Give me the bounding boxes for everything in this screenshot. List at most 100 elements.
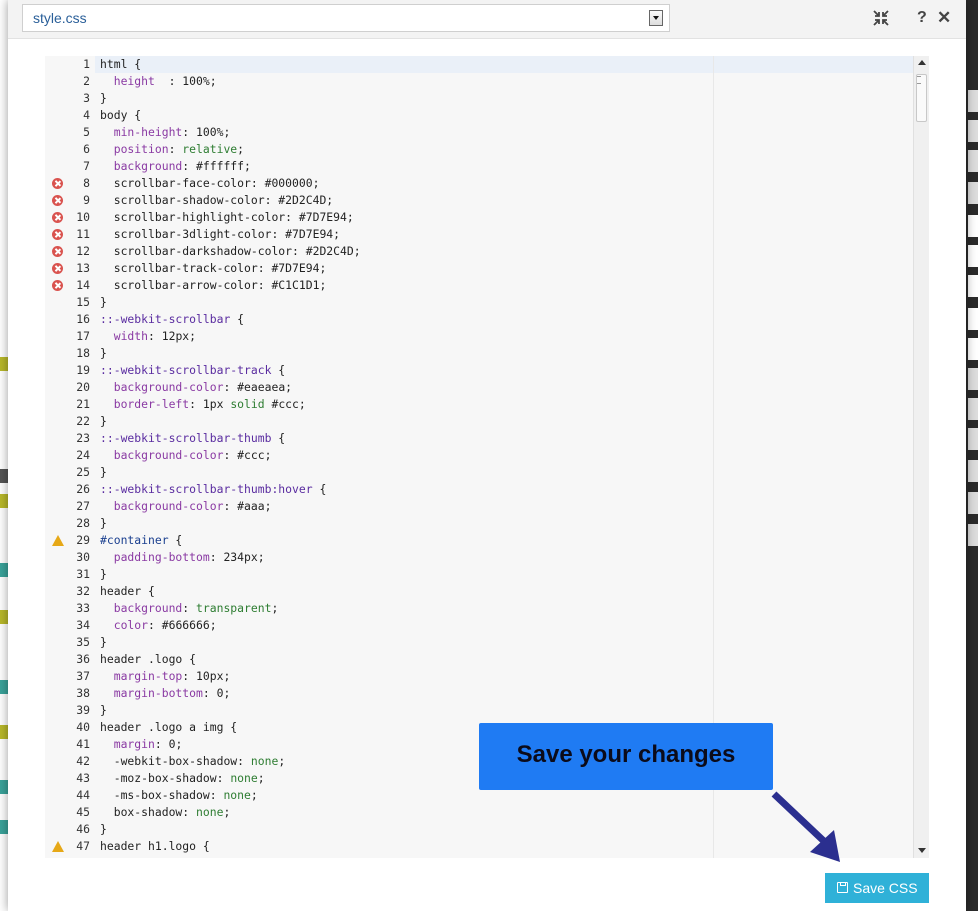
code-line[interactable]: 24 background-color: #ccc; — [45, 447, 913, 464]
code-line[interactable]: 3} — [45, 90, 913, 107]
code-line[interactable]: 27 background-color: #aaa; — [45, 498, 913, 515]
code-line[interactable]: 30 padding-bottom: 234px; — [45, 549, 913, 566]
line-number: 10 — [76, 210, 90, 224]
background-bar — [968, 90, 978, 112]
code-line[interactable]: 23::-webkit-scrollbar-thumb { — [45, 430, 913, 447]
code-line[interactable]: 5 min-height: 100%; — [45, 124, 913, 141]
code-text: body { — [100, 108, 142, 122]
line-number: 41 — [76, 737, 90, 751]
code-line[interactable]: 20 background-color: #eaeaea; — [45, 379, 913, 396]
code-line[interactable]: 6 position: relative; — [45, 141, 913, 158]
line-number: 12 — [76, 244, 90, 258]
code-text: ::-webkit-scrollbar-track { — [100, 363, 286, 377]
line-number: 9 — [83, 193, 90, 207]
code-text: -ms-box-shadow: none; — [100, 788, 258, 802]
code-line[interactable]: 16::-webkit-scrollbar { — [45, 311, 913, 328]
line-number: 20 — [76, 380, 90, 394]
dropdown-arrow-icon[interactable] — [649, 10, 663, 26]
line-number: 44 — [76, 788, 90, 802]
line-number: 28 — [76, 516, 90, 530]
code-line[interactable]: 8 scrollbar-face-color: #000000; — [45, 175, 913, 192]
code-text: header h1.logo { — [100, 839, 210, 853]
code-line[interactable]: 19::-webkit-scrollbar-track { — [45, 362, 913, 379]
code-text: scrollbar-arrow-color: #C1C1D1; — [100, 278, 327, 292]
code-line[interactable]: 15} — [45, 294, 913, 311]
code-text: padding-bottom: 234px; — [100, 550, 265, 564]
line-number: 14 — [76, 278, 90, 292]
code-line[interactable]: 1 html { — [45, 56, 913, 73]
scroll-down-icon[interactable] — [918, 848, 926, 853]
shrink-icon[interactable] — [872, 9, 890, 27]
code-text: color: #666666; — [100, 618, 217, 632]
background-bar — [968, 150, 978, 172]
background-chip — [0, 610, 8, 624]
code-line[interactable]: 18} — [45, 345, 913, 362]
line-number: 32 — [76, 584, 90, 598]
line-number: 18 — [76, 346, 90, 360]
line-number: 17 — [76, 329, 90, 343]
code-text: background-color: #aaa; — [100, 499, 272, 513]
code-line[interactable]: 25} — [45, 464, 913, 481]
code-text: } — [100, 703, 107, 717]
code-text: header .logo a img { — [100, 720, 238, 734]
line-number: 37 — [76, 669, 90, 683]
code-line[interactable]: 13 scrollbar-track-color: #7D7E94; — [45, 260, 913, 277]
code-text: margin: 0; — [100, 737, 183, 751]
code-line[interactable]: 26::-webkit-scrollbar-thumb:hover { — [45, 481, 913, 498]
background-bar — [968, 120, 978, 142]
file-select-value: style.css — [33, 10, 87, 26]
code-line[interactable]: 12 scrollbar-darkshadow-color: #2D2C4D; — [45, 243, 913, 260]
help-button[interactable]: ? — [917, 9, 927, 27]
line-number: 35 — [76, 635, 90, 649]
code-text: } — [100, 465, 107, 479]
background-chip — [0, 469, 8, 483]
line-number: 38 — [76, 686, 90, 700]
background-chip — [0, 725, 8, 739]
code-line[interactable]: 14 scrollbar-arrow-color: #C1C1D1; — [45, 277, 913, 294]
code-line[interactable]: 21 border-left: 1px solid #ccc; — [45, 396, 913, 413]
line-number: 26 — [76, 482, 90, 496]
code-line[interactable]: 33 background: transparent; — [45, 600, 913, 617]
code-line[interactable]: 35} — [45, 634, 913, 651]
line-number: 45 — [76, 805, 90, 819]
background-chip — [0, 680, 8, 694]
file-select-dropdown[interactable]: style.css — [22, 4, 670, 32]
line-number: 40 — [76, 720, 90, 734]
code-text: ::-webkit-scrollbar-thumb { — [100, 431, 286, 445]
scroll-up-icon[interactable] — [918, 60, 926, 65]
code-line[interactable]: 17 width: 12px; — [45, 328, 913, 345]
code-line[interactable]: 32 header { — [45, 583, 913, 600]
code-text: background-color: #ccc; — [100, 448, 272, 462]
code-line[interactable]: 11 scrollbar-3dlight-color: #7D7E94; — [45, 226, 913, 243]
code-text: margin-top: 10px; — [100, 669, 231, 683]
code-line[interactable]: 9 scrollbar-shadow-color: #2D2C4D; — [45, 192, 913, 209]
line-number: 13 — [76, 261, 90, 275]
code-text: box-shadow: none; — [100, 805, 231, 819]
code-line[interactable]: 10 scrollbar-highlight-color: #7D7E94; — [45, 209, 913, 226]
close-button[interactable]: ✕ — [937, 8, 951, 28]
code-line[interactable]: 29 #container { — [45, 532, 913, 549]
code-text: position: relative; — [100, 142, 245, 156]
editor-scrollbar[interactable] — [913, 56, 929, 858]
code-line[interactable]: 28} — [45, 515, 913, 532]
code-line[interactable]: 2 height : 100%; — [45, 73, 913, 90]
code-line[interactable]: 38 margin-bottom: 0; — [45, 685, 913, 702]
code-line[interactable]: 37 margin-top: 10px; — [45, 668, 913, 685]
line-number: 34 — [76, 618, 90, 632]
code-text: } — [100, 635, 107, 649]
floppy-disk-icon — [837, 882, 848, 893]
code-text: background: #ffffff; — [100, 159, 251, 173]
save-css-button[interactable]: Save CSS — [825, 873, 929, 903]
code-line[interactable]: 36 header .logo { — [45, 651, 913, 668]
code-line[interactable]: 34 color: #666666; — [45, 617, 913, 634]
code-line[interactable]: 7 background: #ffffff; — [45, 158, 913, 175]
line-number: 25 — [76, 465, 90, 479]
code-line[interactable]: 22} — [45, 413, 913, 430]
line-number: 21 — [76, 397, 90, 411]
code-line[interactable]: 39} — [45, 702, 913, 719]
code-line[interactable]: 31} — [45, 566, 913, 583]
code-line[interactable]: 4 body { — [45, 107, 913, 124]
code-text: ::-webkit-scrollbar { — [100, 312, 245, 326]
save-hint-callout: Save your changes — [479, 723, 773, 790]
callout-text: Save your changes — [516, 741, 736, 768]
